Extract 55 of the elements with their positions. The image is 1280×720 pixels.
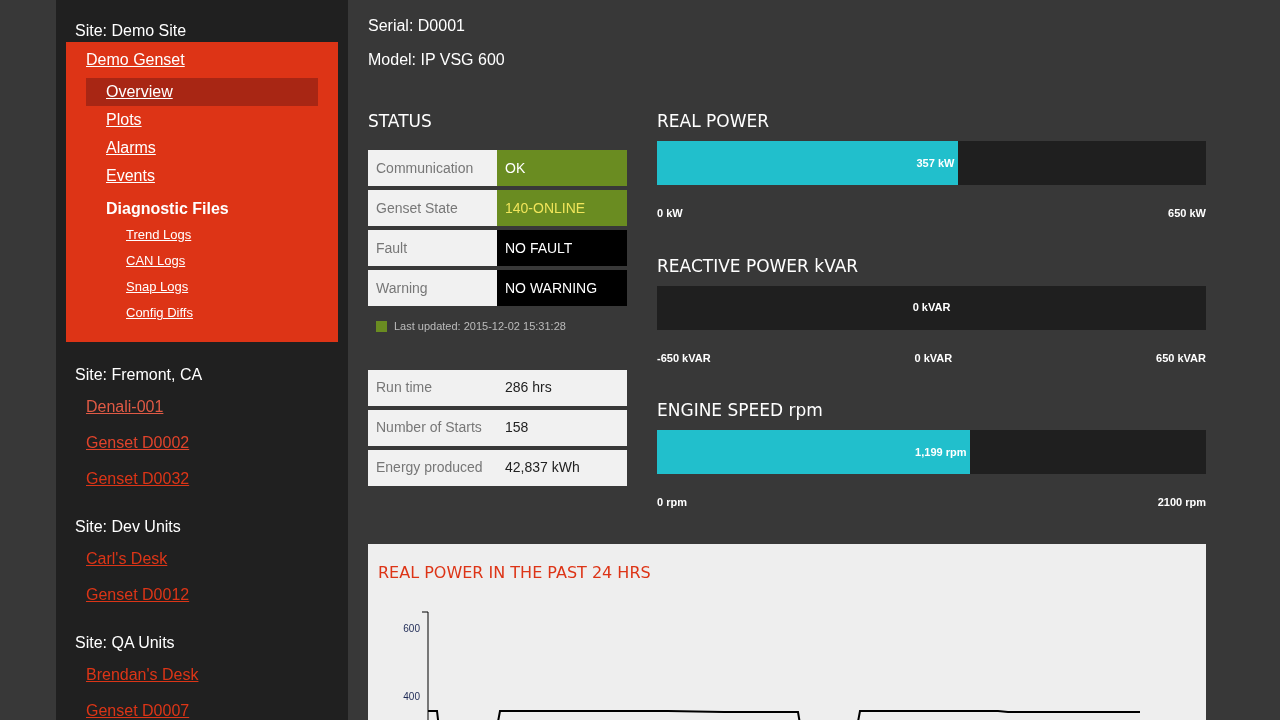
scale-label: 2100 rpm xyxy=(1157,495,1206,510)
scale-label: 650 kW xyxy=(1168,206,1206,221)
status-value: NO FAULT xyxy=(497,230,627,266)
unit-link[interactable]: Brendan's Desk xyxy=(86,660,199,690)
unit-link[interactable]: Genset D0002 xyxy=(86,428,190,458)
file-link[interactable]: Snap Logs xyxy=(126,274,189,300)
file-link[interactable]: Trend Logs xyxy=(126,222,192,248)
unit-link[interactable]: Genset D0007 xyxy=(86,696,190,720)
gauge-title: REAL POWER xyxy=(657,110,771,133)
site-title: Site: Fremont, CA xyxy=(74,365,204,385)
stat-value: 158 xyxy=(504,418,529,437)
gauge-title: REACTIVE POWER kVAR xyxy=(657,254,860,278)
nav-link[interactable]: Plots xyxy=(86,106,318,134)
site-title: Site: Demo Site xyxy=(74,21,188,41)
scale-label: 650 kVAR xyxy=(1156,350,1206,366)
last-updated-text: Last updated: 2015-12-02 15:31:28 xyxy=(394,319,566,334)
scale-label: 0 rpm xyxy=(657,495,687,510)
unit-link[interactable]: Demo Genset xyxy=(86,49,185,71)
stat-label: Run time xyxy=(375,378,434,397)
nav-link[interactable]: Overview xyxy=(86,78,318,106)
unit-link[interactable]: Denali-001 xyxy=(86,392,164,422)
status-value: NO WARNING xyxy=(497,270,627,306)
site-title: Site: QA Units xyxy=(74,633,176,653)
status-label: Fault xyxy=(368,230,497,266)
stat-label: Energy produced xyxy=(375,458,484,477)
model-text: Model: IP VSG 600 xyxy=(368,50,506,70)
unit-link[interactable]: Genset D0032 xyxy=(86,464,190,494)
y-tick-label: 400 xyxy=(403,690,420,702)
status-value: OK xyxy=(497,150,627,186)
status-title: STATUS xyxy=(368,110,433,133)
scale-label: 0 kVAR xyxy=(914,350,953,366)
gauge-reading: 0 kVAR xyxy=(912,300,951,316)
y-tick-label: 600 xyxy=(403,622,420,634)
status-label: Genset State xyxy=(368,190,497,226)
file-link[interactable]: CAN Logs xyxy=(126,248,186,274)
scale-label: -650 kVAR xyxy=(657,350,711,366)
file-link[interactable]: Config Diffs xyxy=(126,300,193,326)
status-value: 140-ONLINE xyxy=(497,190,627,226)
stat-label: Number of Starts xyxy=(375,418,483,437)
gauge-reading: 1,199 rpm xyxy=(915,444,967,460)
nav-link[interactable]: Alarms xyxy=(86,134,318,162)
gauge-title: ENGINE SPEED rpm xyxy=(657,399,824,422)
nav-heading: Diagnostic Files xyxy=(106,199,230,219)
site-title: Site: Dev Units xyxy=(74,517,182,537)
gauge-reading: 357 kW xyxy=(916,155,955,171)
chart-title: REAL POWER IN THE PAST 24 HRS xyxy=(378,561,652,584)
stat-value: 42,837 kWh xyxy=(504,458,580,477)
stat-value: 286 hrs xyxy=(504,378,552,397)
unit-link[interactable]: Genset D0012 xyxy=(86,580,190,610)
status-label: Warning xyxy=(368,270,497,306)
serial-text: Serial: D0001 xyxy=(368,16,466,36)
nav-link[interactable]: Events xyxy=(86,162,318,190)
scale-label: 0 kW xyxy=(657,206,683,221)
unit-link[interactable]: Carl's Desk xyxy=(86,544,168,574)
status-label: Communication xyxy=(368,150,497,186)
